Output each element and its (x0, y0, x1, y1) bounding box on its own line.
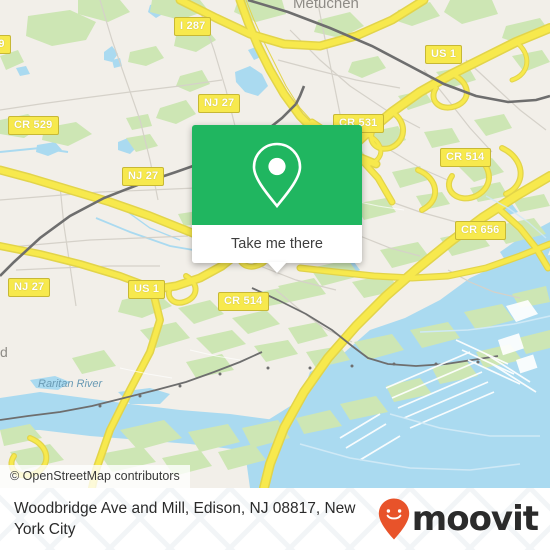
road-shield: CR 529 (8, 116, 59, 135)
popup-pointer (267, 262, 287, 273)
moovit-pin-smiley-icon (378, 498, 409, 540)
place-label-cutoff: d (0, 344, 8, 360)
road-shield: NJ 27 (198, 94, 241, 113)
road-shield: CR 514 (218, 292, 269, 311)
place-label-metuchen: Metuchen (293, 0, 359, 12)
moovit-wordmark: moovit (411, 499, 539, 539)
osm-attribution[interactable]: © OpenStreetMap contributors (0, 465, 190, 488)
road-shield: NJ 27 (8, 278, 51, 297)
water-label-raritan-river: Raritan River (38, 378, 103, 390)
popup-action[interactable]: Take me there (192, 225, 362, 273)
popup-action-label: Take me there (231, 236, 323, 252)
moovit-logo[interactable]: moovit (378, 498, 539, 540)
road-shield: CR 514 (440, 148, 491, 167)
footer-bar: Woodbridge Ave and Mill, Edison, NJ 0881… (0, 488, 550, 550)
location-popup-card[interactable]: Take me there (192, 125, 362, 273)
road-shield: 29 (0, 35, 11, 54)
road-shield: US 1 (425, 45, 463, 64)
location-title: Woodbridge Ave and Mill, Edison, NJ 0881… (14, 500, 356, 538)
road-shield: US 1 (128, 280, 166, 299)
popup-header (192, 125, 362, 225)
road-shield: NJ 27 (122, 167, 165, 186)
moovit-map-screenshot: 29 I 287 US 1 NJ 27 CR 531 CR 514 CR 529… (0, 0, 550, 550)
map-pin-icon (252, 142, 302, 209)
road-shield: CR 656 (455, 221, 506, 240)
road-shield: I 287 (174, 17, 212, 36)
